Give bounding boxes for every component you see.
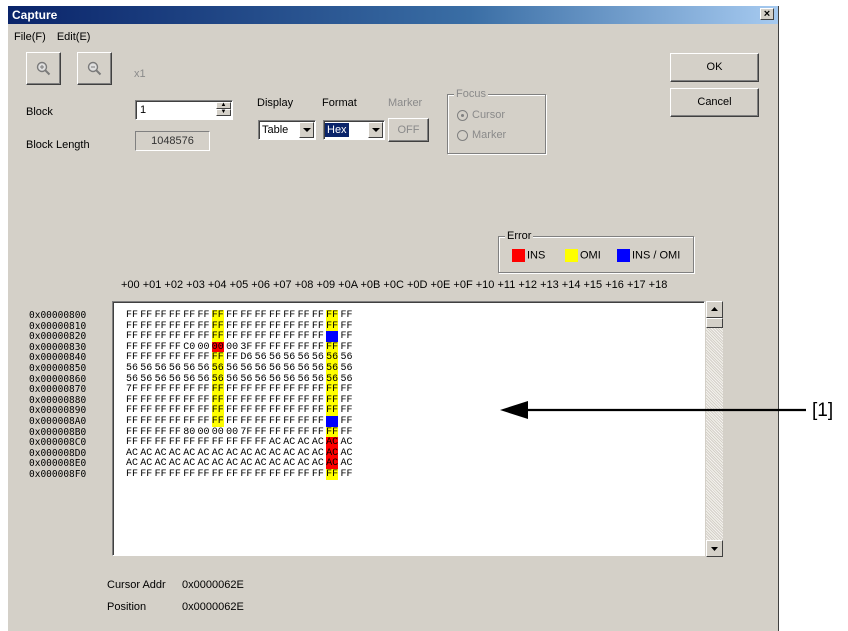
format-label: Format (322, 97, 357, 109)
legend-omi-label: OMI (580, 249, 601, 262)
zoom-level: x1 (134, 68, 146, 80)
cursor-addr-value: 0x0000062E (182, 579, 244, 591)
legend-ins-omi-label: INS / OMI (632, 249, 681, 262)
legend-omi: OMI (565, 249, 601, 262)
annotation-arrow (500, 401, 806, 419)
row-address: 0x000008F0 (29, 468, 87, 480)
spin-up-icon[interactable]: ▲ (216, 102, 231, 109)
legend-ins: INS (512, 249, 545, 262)
close-button[interactable]: × (760, 8, 774, 20)
table-row[interactable]: FF FF FF FF FF FF FF FF FF FF FF FF FF FF FF FF (126, 468, 355, 481)
error-legend: Error INS OMI INS / OMI (498, 230, 694, 273)
focus-marker-radio[interactable]: Marker (457, 129, 506, 141)
block-spinner[interactable]: 1 ▲ ▼ (135, 100, 233, 120)
focus-title: Focus (454, 88, 488, 100)
row-address: 0x000008A0 (29, 415, 87, 427)
hex-byte-cell[interactable]: FF (212, 469, 226, 481)
position-label: Position (107, 601, 147, 613)
spin-down-icon[interactable]: ▼ (216, 109, 231, 116)
hex-byte-cell[interactable]: FF (183, 469, 197, 481)
hex-byte-cell[interactable]: FF (326, 310, 340, 322)
zoom-in-button[interactable] (26, 52, 61, 85)
title-bar[interactable]: Capture × (8, 6, 778, 24)
marker-off-button[interactable]: OFF (388, 118, 429, 142)
block-spin-buttons[interactable]: ▲ ▼ (216, 102, 231, 118)
focus-cursor-label: Cursor (472, 109, 506, 121)
zoom-out-icon (87, 61, 101, 76)
omi-swatch (565, 249, 578, 262)
column-headers: +00 +01 +02 +03 +04 +05 +06 +07 +08 +09 … (121, 279, 668, 291)
block-length-label: Block Length (26, 139, 90, 151)
marker-label: Marker (388, 97, 423, 109)
scroll-thumb[interactable] (706, 318, 723, 328)
radio-selected-icon (457, 109, 468, 121)
hex-dump-table[interactable]: FF FF FF FF FF FF FF FF FF FF FF FF FF FF FF FF FF FF FF FF… (112, 301, 705, 556)
hex-byte-cell[interactable]: FF (197, 469, 211, 481)
hex-byte-cell[interactable]: FF (283, 469, 297, 481)
chevron-down-icon[interactable] (368, 122, 383, 138)
hex-byte-cell[interactable]: FF (140, 469, 154, 481)
row-address: 0x00000850 (29, 362, 87, 374)
block-length-value: 1048576 (135, 131, 210, 151)
hex-byte-cell[interactable]: FF (269, 469, 283, 481)
hex-byte-cell[interactable]: 56 (326, 362, 340, 375)
menu-file[interactable]: File(F) (14, 31, 46, 43)
focus-group: Focus Cursor Marker (447, 88, 546, 154)
position-value: 0x0000062E (182, 601, 244, 613)
hex-byte-cell[interactable]: FF (211, 310, 226, 322)
hex-byte-cell[interactable]: FF (240, 469, 254, 481)
ins-omi-swatch (617, 249, 630, 262)
display-label: Display (257, 97, 294, 109)
format-value: Hex (325, 123, 349, 137)
hex-byte-cell[interactable]: FF (298, 469, 312, 481)
menu-bar: File(F) Edit(E) (14, 31, 98, 47)
cancel-button[interactable]: Cancel (670, 88, 759, 117)
hex-byte-cell[interactable]: 56 (211, 362, 226, 375)
chevron-down-icon[interactable] (299, 122, 314, 138)
scroll-up-button[interactable] (706, 301, 723, 318)
error-legend-title: Error (505, 230, 534, 242)
hex-byte-cell[interactable]: FF (169, 469, 183, 481)
hex-byte-cell[interactable]: FF (326, 468, 340, 481)
hex-byte-cell[interactable]: FF (226, 469, 240, 481)
focus-cursor-radio[interactable]: Cursor (457, 109, 505, 121)
display-select[interactable]: Table (258, 120, 316, 140)
menu-edit[interactable]: Edit(E) (57, 31, 91, 43)
focus-marker-label: Marker (472, 129, 507, 141)
annotation-label: [1] (812, 400, 834, 421)
hex-byte-cell[interactable]: FF (326, 415, 340, 428)
arrow-down-icon (711, 547, 718, 551)
block-value: 1 (140, 104, 147, 116)
hex-byte-cell[interactable]: FF (340, 469, 354, 481)
window-title: Capture (12, 8, 58, 22)
vertical-scrollbar[interactable] (706, 301, 723, 557)
ok-button[interactable]: OK (670, 53, 759, 82)
format-select[interactable]: Hex (323, 120, 385, 140)
legend-ins-omi: INS / OMI (617, 249, 680, 262)
hex-byte-cell[interactable]: FF (126, 469, 140, 481)
hex-byte-cell[interactable]: FF (312, 469, 326, 481)
zoom-out-button[interactable] (77, 52, 112, 85)
block-label: Block (26, 106, 53, 118)
arrow-up-icon (711, 307, 718, 311)
address-column: 0x00000800 0x00000810 0x00000820 0x00000830… (29, 310, 87, 481)
capture-dialog: Capture × File(F) Edit(E) x1 OK Cancel B… (7, 6, 779, 631)
display-value: Table (262, 124, 289, 136)
hex-dump-rows: FF FF FF FF FF FF FF FF FF FF FF FF FF FF FF FF FF FF FF FF… (126, 310, 355, 481)
radio-unselected-icon (457, 129, 468, 141)
row-address: 0x00000800 (29, 310, 87, 321)
hex-byte-cell[interactable]: FF (155, 469, 169, 481)
cursor-addr-label: Cursor Addr (107, 579, 166, 591)
legend-ins-label: INS (527, 249, 546, 262)
scroll-down-button[interactable] (706, 540, 723, 557)
zoom-in-icon (36, 61, 50, 76)
ins-swatch (512, 249, 525, 262)
hex-byte-cell[interactable]: FF (255, 469, 269, 481)
